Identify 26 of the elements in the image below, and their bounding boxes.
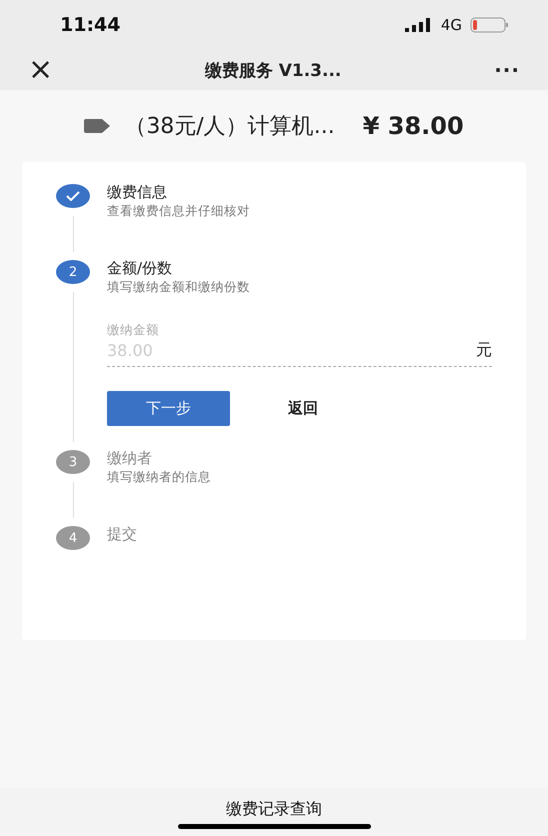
- product-name: （38元/人）计算机...: [124, 113, 335, 141]
- step-description: 填写缴纳者的信息: [107, 468, 212, 486]
- step-badge: 4: [56, 526, 90, 550]
- check-icon: [66, 191, 80, 201]
- page-title: 缴费服务 V1.3...: [204, 60, 342, 82]
- battery-icon: [470, 17, 510, 33]
- tag-icon: [84, 119, 110, 133]
- step-title: 缴纳者: [107, 448, 153, 468]
- step-description: 填写缴纳金额和缴纳份数: [107, 278, 251, 296]
- status-time: 11:44: [60, 14, 120, 36]
- more-button[interactable]: ···: [494, 58, 520, 82]
- step-badge: 3: [56, 450, 90, 474]
- step-badge: 2: [56, 260, 90, 284]
- network-label: 4G: [440, 16, 462, 34]
- step-title: 缴费信息: [107, 182, 168, 202]
- records-link[interactable]: 缴费记录查询: [226, 799, 322, 820]
- step-description: 查看缴费信息并仔细核对: [107, 202, 251, 220]
- unit-label: 元: [476, 340, 492, 361]
- step-title: 金额/份数: [107, 258, 174, 278]
- next-button[interactable]: 下一步: [107, 391, 230, 426]
- signal-icon: [404, 18, 433, 32]
- product-price: ¥ 38.00: [362, 112, 464, 140]
- back-button[interactable]: 返回: [288, 399, 318, 418]
- field-label: 缴纳金额: [107, 322, 160, 339]
- close-button[interactable]: ×: [28, 55, 52, 85]
- step-title: 提交: [107, 524, 138, 544]
